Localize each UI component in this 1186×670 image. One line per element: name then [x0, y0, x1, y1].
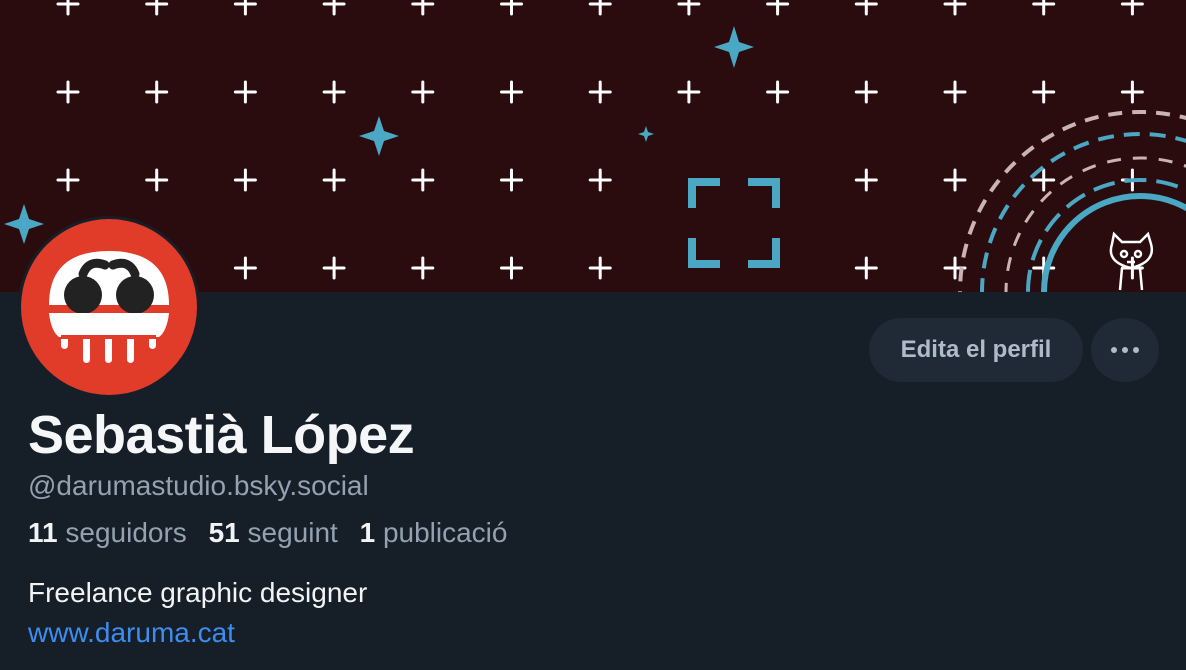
posts-stat: 1 publicació	[359, 517, 508, 548]
cat-doodle	[1109, 231, 1154, 291]
website-link[interactable]: www.daruma.cat	[28, 617, 235, 649]
avatar[interactable]	[18, 216, 200, 398]
edit-profile-button[interactable]: Edita el perfil	[869, 318, 1083, 382]
bio: Freelance graphic designer	[28, 577, 368, 608]
concentric-rings-graphic	[958, 110, 1186, 292]
profile-stats: 11 seguidors 51 seguint 1 publicació	[28, 517, 521, 549]
more-options-button[interactable]	[1091, 318, 1159, 382]
daruma-logo	[49, 251, 169, 363]
handle: @darumastudio.bsky.social	[28, 470, 369, 501]
focus-bracket-graphic	[688, 178, 780, 268]
followers-stat[interactable]: 11 seguidors	[28, 517, 187, 548]
sparkle-icons	[4, 26, 754, 244]
display-name: Sebastià López	[28, 405, 415, 465]
ellipsis-icon	[1111, 347, 1117, 353]
following-stat[interactable]: 51 seguint	[209, 517, 338, 548]
